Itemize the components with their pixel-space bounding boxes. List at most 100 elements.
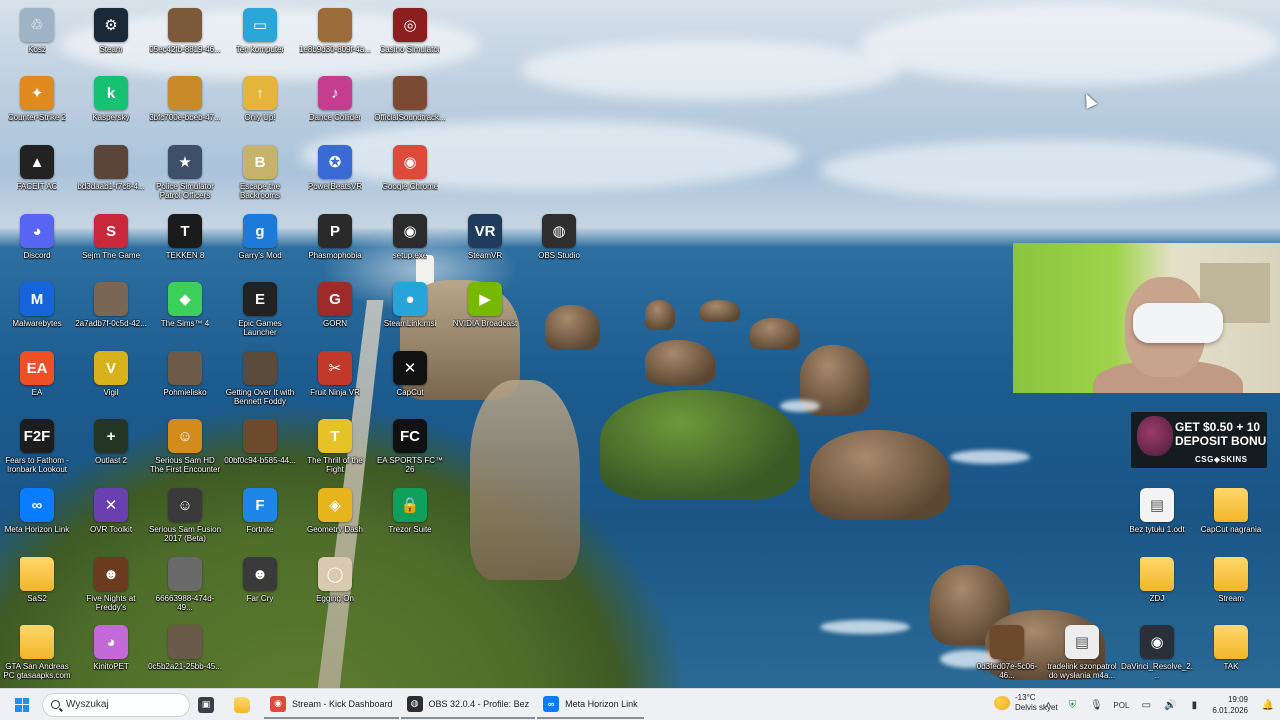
- desktop-icon[interactable]: ▤ tradelink szonpatrol do wysłania m4a...: [1045, 621, 1119, 687]
- microphone-icon[interactable]: 🎙: [1089, 698, 1103, 712]
- desktop-icon[interactable]: CapCut nagrania: [1194, 484, 1268, 550]
- desktop-icon[interactable]: Pohmielisko: [148, 347, 222, 413]
- desktop-icon[interactable]: ◈ Geometry Dash: [298, 484, 372, 550]
- app-icon: ◉: [393, 214, 427, 248]
- shield-icon[interactable]: ⛨: [1065, 698, 1079, 712]
- desktop-icon[interactable]: 0c5b2a21-25bb-45...: [148, 621, 222, 687]
- desktop-icon[interactable]: 00bf0c94-b585-44...: [223, 415, 297, 481]
- desktop-icon-label: Meta Horizon Link: [4, 525, 70, 534]
- chevron-up-icon[interactable]: ˄: [1041, 698, 1055, 712]
- taskbar-app-label: OBS 32.0.4 - Profile: Bez: [428, 698, 530, 709]
- desktop-icon[interactable]: 2a7adb7f-0c5d-42...: [74, 278, 148, 344]
- language-indicator[interactable]: POL: [1113, 698, 1129, 712]
- desktop-icon[interactable]: ◕ KinitoPET: [74, 621, 148, 687]
- desktop-icon[interactable]: k Kaspersky: [74, 72, 148, 138]
- desktop-icon[interactable]: ● SteamLink.msi: [373, 278, 447, 344]
- taskbar-app-meta[interactable]: ∞ Meta Horizon Link: [537, 691, 644, 719]
- desktop-icon[interactable]: ✕ CapCut: [373, 347, 447, 413]
- desktop-icon[interactable]: ◉ DaVinci_Resolve_2...: [1120, 621, 1194, 687]
- desktop-icon[interactable]: T TEKKEN 8: [148, 210, 222, 276]
- network-icon[interactable]: ▭: [1139, 698, 1153, 712]
- desktop-icon[interactable]: S Sejm The Game: [74, 210, 148, 276]
- desktop-icon[interactable]: 3bfc700e-bbeb-47...: [148, 72, 222, 138]
- file-explorer-button[interactable]: [228, 691, 262, 719]
- desktop-icon[interactable]: ✦ Counter-Strike 2: [0, 72, 74, 138]
- desktop-icon[interactable]: + Outlast 2: [74, 415, 148, 481]
- desktop-icon[interactable]: bd3daab1-f7c8-4...: [74, 141, 148, 207]
- desktop-icon[interactable]: ▤ Bez tytułu 1.odt: [1120, 484, 1194, 550]
- app-icon: [243, 351, 277, 385]
- desktop-icon[interactable]: G GORN: [298, 278, 372, 344]
- app-icon: [168, 351, 202, 385]
- desktop-icon-label: FACEIT AC: [16, 182, 58, 191]
- desktop-icon[interactable]: ◍ OBS Studio: [522, 210, 596, 276]
- desktop-icon[interactable]: ☻ Five Nights at Freddy's: [74, 553, 148, 619]
- desktop-icon[interactable]: F Fortnite: [223, 484, 297, 550]
- desktop-icon[interactable]: ◕ Discord: [0, 210, 74, 276]
- app-icon: ◯: [318, 557, 352, 591]
- app-icon: [1214, 557, 1248, 591]
- desktop-icon-label: The Sims™ 4: [160, 319, 210, 328]
- desktop-icon[interactable]: ∞ Meta Horizon Link: [0, 484, 74, 550]
- desktop-icon[interactable]: ▶ NVIDIA Broadcast: [448, 278, 522, 344]
- desktop-icon[interactable]: ✂ Fruit Ninja VR: [298, 347, 372, 413]
- desktop-icon[interactable]: ✕ OVR Toolkit: [74, 484, 148, 550]
- desktop-icon[interactable]: 05ec42fb-8819-46...: [148, 4, 222, 70]
- desktop-icon-label: Malwarebytes: [12, 319, 62, 328]
- desktop-icon[interactable]: TAK: [1194, 621, 1268, 687]
- desktop-icon[interactable]: Getting Over It with Bennett Foddy: [223, 347, 297, 413]
- desktop-icon[interactable]: M Malwarebytes: [0, 278, 74, 344]
- desktop-icon[interactable]: ☺ Serious Sam HD The First Encounter: [148, 415, 222, 481]
- notification-bell-icon[interactable]: 🔔: [1261, 698, 1275, 712]
- clock[interactable]: 19:09 6.01.2026: [1212, 694, 1248, 716]
- desktop-icon[interactable]: FC EA SPORTS FC™ 26: [373, 415, 447, 481]
- desktop-icon[interactable]: ◉ setup.exe: [373, 210, 447, 276]
- start-button[interactable]: [6, 689, 38, 720]
- desktop-icon[interactable]: B Escape the Backrooms: [223, 141, 297, 207]
- desktop-icon-label: Bez tytułu 1.odt: [1129, 525, 1185, 534]
- desktop-icon[interactable]: ↑ Only Up!: [223, 72, 297, 138]
- desktop-icon[interactable]: OfficialSoundtrack...: [373, 72, 447, 138]
- desktop-icon[interactable]: ◉ Google Chrome: [373, 141, 447, 207]
- desktop-icon[interactable]: SaS2: [0, 553, 74, 619]
- desktop-icon[interactable]: ▲ FACEIT AC: [0, 141, 74, 207]
- desktop-icon[interactable]: E Epic Games Launcher: [223, 278, 297, 344]
- desktop-icon[interactable]: ☺ Serious Sam Fusion 2017 (Beta): [148, 484, 222, 550]
- desktop-icon[interactable]: EA EA: [0, 347, 74, 413]
- app-icon: 🔒: [393, 488, 427, 522]
- volume-icon[interactable]: 🔊: [1163, 698, 1177, 712]
- desktop-icon[interactable]: ◯ Egging On: [298, 553, 372, 619]
- desktop-icon[interactable]: 66663988-474d-49...: [148, 553, 222, 619]
- task-view-button[interactable]: ▣: [192, 691, 226, 719]
- desktop-icon[interactable]: ZDJ: [1120, 553, 1194, 619]
- taskbar-app-obs[interactable]: ◍ OBS 32.0.4 - Profile: Bez: [400, 691, 536, 719]
- battery-icon[interactable]: ▮: [1187, 698, 1201, 712]
- desktop-icon[interactable]: ◎ Casino Simulator: [373, 4, 447, 70]
- desktop-icon[interactable]: ▭ Ten komputer: [223, 4, 297, 70]
- taskbar-search[interactable]: Wyszukaj: [42, 692, 190, 717]
- desktop-icon[interactable]: F2F Fears to Fathom - Ironbark Lookout: [0, 415, 74, 481]
- desktop-icon[interactable]: 🔒 Trezor Suite: [373, 484, 447, 550]
- app-icon: ∞: [20, 488, 54, 522]
- desktop-icon[interactable]: VR SteamVR: [448, 210, 522, 276]
- app-icon: [168, 557, 202, 591]
- desktop-icon-label: Steam: [99, 45, 123, 54]
- desktop-icon[interactable]: ♲ Kosz: [0, 4, 74, 70]
- desktop-icon[interactable]: g Garry's Mod: [223, 210, 297, 276]
- ad-banner[interactable]: GET $0.50 + 10 DEPOSIT BONU CSG◆SKINS: [1131, 412, 1267, 468]
- desktop-icon[interactable]: ✪ PowerBeatsVR: [298, 141, 372, 207]
- desktop-icon[interactable]: V Vigil: [74, 347, 148, 413]
- desktop-icon[interactable]: Stream: [1194, 553, 1268, 619]
- desktop-icon[interactable]: GTA San Andreas PC gtasaapks.com: [0, 621, 74, 687]
- desktop-icon[interactable]: 0d3fed07e-5c06-46...: [970, 621, 1044, 687]
- desktop-icon[interactable]: ★ Police Simulator Patrol Officers: [148, 141, 222, 207]
- desktop-icon[interactable]: ♪ Dance Collider: [298, 72, 372, 138]
- desktop-icon[interactable]: P Phasmophobia: [298, 210, 372, 276]
- desktop-icon[interactable]: 1e8b9d30-809f-4a...: [298, 4, 372, 70]
- desktop-icon[interactable]: T The Thrill of the Fight: [298, 415, 372, 481]
- taskbar-app-chrome[interactable]: ◉ Stream - Kick Dashboard: [264, 691, 399, 719]
- desktop-icon[interactable]: ☻ Far Cry: [223, 553, 297, 619]
- app-icon: F2F: [20, 419, 54, 453]
- desktop-icon[interactable]: ⚙ Steam: [74, 4, 148, 70]
- desktop-icon[interactable]: ◆ The Sims™ 4: [148, 278, 222, 344]
